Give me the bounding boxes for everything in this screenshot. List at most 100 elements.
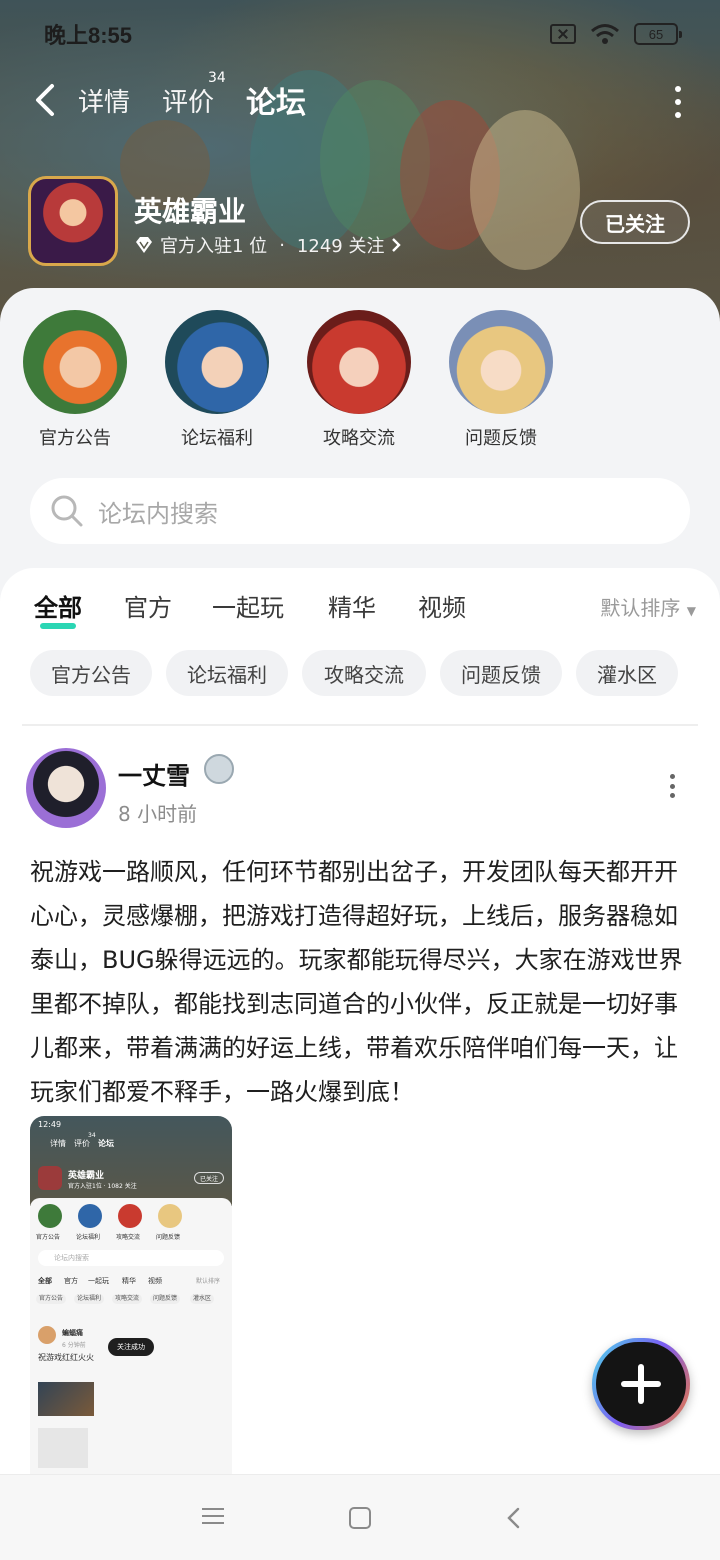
caret-down-icon: ▼: [686, 604, 696, 618]
create-post-button[interactable]: [592, 1338, 690, 1430]
thumb-chip: 攻略交流: [112, 1294, 143, 1304]
thumb-feed-tab: 一起玩: [88, 1277, 109, 1285]
divider: [22, 724, 698, 726]
top-nav: 详情 评价 34 论坛: [0, 70, 720, 132]
status-time: 晚上8:55: [44, 23, 133, 48]
tab-forum[interactable]: 论坛: [246, 78, 306, 126]
thumb-chip: 问题反馈: [150, 1294, 181, 1304]
thumb-chip: 论坛福利: [74, 1294, 105, 1304]
back-nav-icon[interactable]: [500, 1503, 530, 1533]
category-avatar: [165, 310, 269, 414]
thumb-post-text: 祝游戏红红火火: [38, 1353, 94, 1362]
category-avatar: [449, 310, 553, 414]
plus-icon: [621, 1364, 661, 1404]
forum-panel: 官方公告 论坛福利 攻略交流 问题反馈 论坛内搜索 全部 官方 一起玩 精华 视…: [0, 288, 720, 1478]
thumb-author-avatar: [38, 1326, 56, 1344]
diamond-icon: [136, 237, 152, 253]
category-label: 攻略交流: [323, 428, 395, 449]
search-icon: [51, 495, 83, 527]
battery-level: 65: [648, 26, 664, 42]
chip-chit-chat[interactable]: 灌水区: [576, 650, 678, 696]
more-options-icon[interactable]: [670, 86, 686, 118]
thumb-card: [38, 1428, 88, 1468]
follow-button[interactable]: 已关注: [580, 200, 690, 244]
system-nav-bar: [0, 1474, 720, 1560]
thumb-category-avatar: [78, 1204, 102, 1228]
category-label: 问题反馈: [465, 428, 537, 449]
thumb-game-icon: [38, 1166, 62, 1190]
thumb-tab-reviews: 评价: [74, 1139, 90, 1148]
thumb-category-avatar: [38, 1204, 62, 1228]
thumb-post-image: [38, 1382, 94, 1416]
status-bar: 晚上8:55 65: [0, 0, 720, 66]
category-strategy-exchange[interactable]: 攻略交流: [304, 310, 414, 450]
chip-feedback[interactable]: 问题反馈: [440, 650, 562, 696]
thumb-chip: 灌水区: [190, 1294, 215, 1304]
category-row: 官方公告 论坛福利 攻略交流 问题反馈: [20, 310, 700, 450]
back-icon[interactable]: [30, 80, 60, 120]
reviews-count-badge: 34: [208, 70, 226, 86]
thumb-category-avatar: [118, 1204, 142, 1228]
chip-official-announcement[interactable]: 官方公告: [30, 650, 152, 696]
category-avatar: [307, 310, 411, 414]
sort-dropdown[interactable]: 默认排序 ▼: [600, 592, 696, 621]
thumb-feed-tab: 官方: [64, 1277, 78, 1285]
recent-apps-icon[interactable]: [198, 1503, 228, 1533]
meta-separator: ·: [279, 234, 285, 256]
thumb-category-label: 攻略交流: [116, 1234, 141, 1241]
thumb-category-label: 问题反馈: [156, 1234, 181, 1241]
search-placeholder: 论坛内搜索: [98, 499, 218, 528]
no-sim-icon: [550, 24, 576, 44]
thumb-tab-forum: 论坛: [98, 1139, 114, 1148]
search-input[interactable]: 论坛内搜索: [30, 478, 690, 544]
thumb-category-label: 论坛福利: [76, 1234, 101, 1241]
follower-count: 1249 关注: [296, 236, 385, 257]
thumb-feed-tab: 视频: [148, 1277, 162, 1285]
post-more-icon[interactable]: [668, 774, 676, 798]
game-meta[interactable]: 官方入驻1 位 · 1249 关注: [134, 232, 402, 258]
tab-details[interactable]: 详情: [78, 82, 130, 119]
feed-tab-play-together[interactable]: 一起玩: [212, 588, 284, 623]
category-avatar: [23, 310, 127, 414]
feed-tab-official[interactable]: 官方: [124, 588, 172, 623]
feed-tab-featured[interactable]: 精华: [328, 588, 376, 623]
post-image[interactable]: 12:49 详情 评价 34 论坛 英雄霸业 官方入驻1位 · 1082 关注 …: [30, 1116, 232, 1478]
feed-tab-video[interactable]: 视频: [418, 588, 466, 623]
thumb-toast: 关注成功: [108, 1338, 154, 1356]
chip-strategy-exchange[interactable]: 攻略交流: [302, 650, 426, 696]
battery-icon: 65: [634, 23, 682, 45]
thumb-reviews-badge: 34: [88, 1132, 96, 1139]
game-icon[interactable]: [28, 176, 118, 266]
author-level-badge-icon: [204, 754, 234, 784]
game-header-banner: 晚上8:55 65 详情 评价 34 论坛 英雄霸业 官方入驻1 位 · 124…: [0, 0, 720, 330]
sort-label: 默认排序: [600, 596, 681, 620]
category-feedback[interactable]: 问题反馈: [446, 310, 556, 450]
forum-feed: 全部 官方 一起玩 精华 视频 默认排序 ▼ 官方公告 论坛福利 攻略交流 问题…: [0, 568, 720, 1478]
feed-tab-all[interactable]: 全部: [34, 588, 82, 629]
thumb-category-label: 官方公告: [36, 1234, 61, 1241]
post-time: 8 小时前: [118, 802, 198, 826]
home-icon[interactable]: [345, 1503, 375, 1533]
thumb-category-avatar: [158, 1204, 182, 1228]
thumb-game-meta: 官方入驻1位 · 1082 关注: [68, 1183, 137, 1190]
chip-forum-welfare[interactable]: 论坛福利: [166, 650, 288, 696]
thumb-post-time: 6 分钟前: [62, 1342, 86, 1349]
thumb-tab-details: 详情: [50, 1139, 66, 1148]
game-title: 英雄霸业: [134, 195, 247, 228]
wifi-icon: [591, 24, 619, 44]
thumb-feed-tab: 精华: [122, 1277, 136, 1285]
category-label: 论坛福利: [181, 428, 253, 449]
post-body[interactable]: 祝游戏一路顺风，任何环节都别出岔子，开发团队每天都开开心心，灵感爆棚，把游戏打造…: [30, 850, 694, 1114]
thumb-time: 12:49: [38, 1120, 62, 1129]
thumb-follow-button: 已关注: [194, 1172, 224, 1184]
avatar[interactable]: [26, 748, 106, 828]
tab-reviews[interactable]: 评价: [162, 82, 214, 119]
category-forum-welfare[interactable]: 论坛福利: [162, 310, 272, 450]
status-icons: 65: [550, 20, 682, 48]
post-author[interactable]: 一丈雪: [118, 756, 190, 791]
category-official-announcement[interactable]: 官方公告: [20, 310, 130, 450]
thumb-search: 论坛内搜索: [38, 1250, 224, 1266]
chevron-right-icon: [392, 238, 402, 252]
thumb-author: 蝙蝠痛: [62, 1329, 83, 1337]
thumb-header: [30, 1116, 232, 1206]
